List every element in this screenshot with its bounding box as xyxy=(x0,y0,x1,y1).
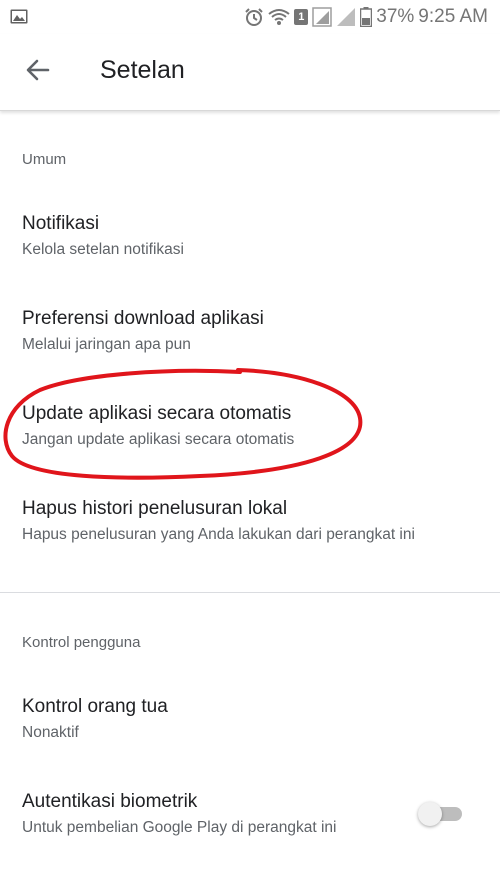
item-title: Autentikasi biometrik xyxy=(22,791,198,812)
clock: 9:25 AM xyxy=(418,6,488,27)
item-subtitle: Untuk pembelian Google Play di perangkat… xyxy=(22,819,337,836)
toggle-thumb xyxy=(418,802,442,826)
arrow-back-icon[interactable] xyxy=(20,52,56,88)
item-subtitle: Nonaktif xyxy=(22,724,79,741)
signal-icon xyxy=(337,8,356,26)
battery-percent: 37% xyxy=(376,6,415,27)
settings-item-download-preference[interactable]: Preferensi download aplikasi Melalui jar… xyxy=(0,308,500,378)
battery-icon xyxy=(360,7,373,27)
gallery-icon xyxy=(10,9,28,24)
item-subtitle: Kelola setelan notifikasi xyxy=(22,241,184,258)
section-header-user-controls: Kontrol pengguna xyxy=(22,634,141,651)
alarm-icon xyxy=(245,8,263,26)
item-title: Update aplikasi secara otomatis xyxy=(22,403,292,424)
item-title: Hapus histori penelusuran lokal xyxy=(22,498,288,519)
wifi-icon xyxy=(268,9,290,25)
settings-item-notifications[interactable]: Notifikasi Kelola setelan notifikasi xyxy=(0,213,500,283)
biometric-toggle[interactable] xyxy=(418,802,464,826)
item-subtitle: Melalui jaringan apa pun xyxy=(22,336,191,353)
signal-icon xyxy=(312,7,332,27)
sim-badge: 1 xyxy=(294,9,309,25)
item-subtitle: Jangan update aplikasi secara otomatis xyxy=(22,431,295,448)
section-header-umum: Umum xyxy=(22,151,67,168)
section-divider xyxy=(0,592,500,593)
settings-item-auto-update[interactable]: Update aplikasi secara otomatis Jangan u… xyxy=(0,403,500,473)
item-title: Kontrol orang tua xyxy=(22,696,168,717)
status-bar: 1 37% 9:25 AM xyxy=(0,0,500,34)
item-subtitle: Hapus penelusuran yang Anda lakukan dari… xyxy=(22,526,415,543)
item-title: Notifikasi xyxy=(22,213,100,234)
page-title: Setelan xyxy=(100,56,185,84)
settings-item-parental-controls[interactable]: Kontrol orang tua Nonaktif xyxy=(0,696,500,766)
item-title: Preferensi download aplikasi xyxy=(22,308,264,329)
app-bar: Setelan xyxy=(0,34,500,111)
settings-item-clear-history[interactable]: Hapus histori penelusuran lokal Hapus pe… xyxy=(0,498,500,568)
